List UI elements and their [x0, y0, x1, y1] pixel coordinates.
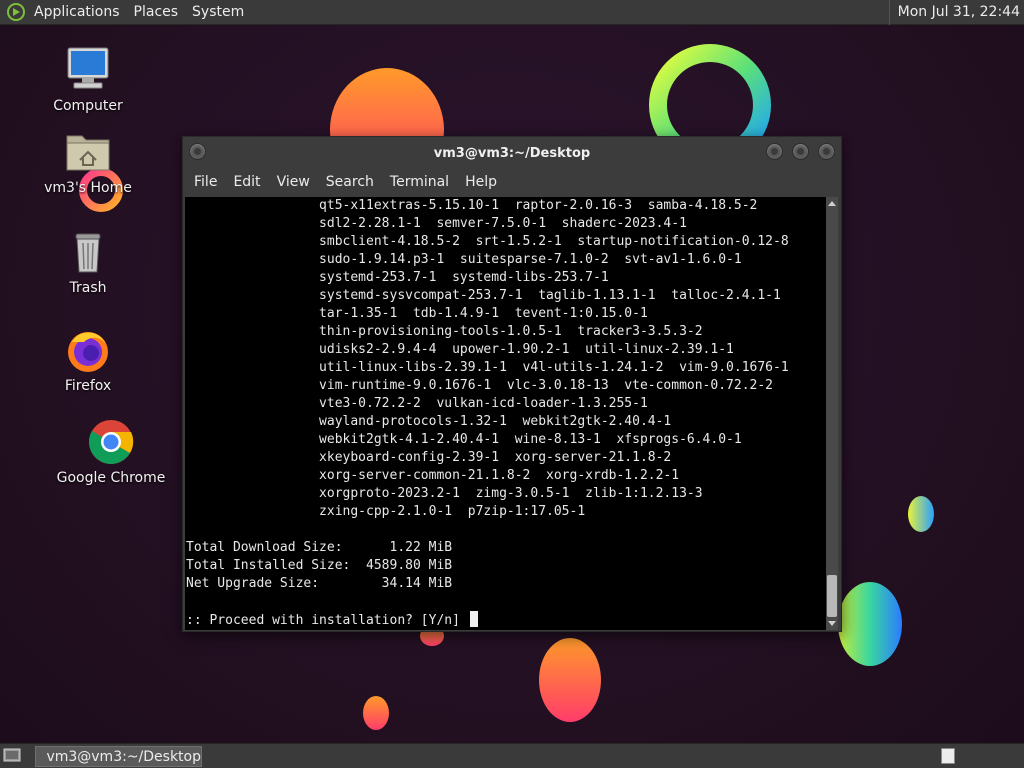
- terminal-line: Total Installed Size: 4589.80 MiB: [186, 558, 453, 573]
- terminal-line: systemd-253.7-1 systemd-libs-253.7-1: [186, 270, 609, 285]
- terminal-line: smbclient-4.18.5-2 srt-1.5.2-1 startup-n…: [186, 234, 789, 249]
- terminal-line: vte3-0.72.2-2 vulkan-icd-loader-1.3.255-…: [186, 396, 648, 411]
- menu-search[interactable]: Search: [318, 174, 382, 190]
- close-button[interactable]: [818, 143, 835, 160]
- minimize-button[interactable]: [766, 143, 783, 160]
- terminal-line: Net Upgrade Size: 34.14 MiB: [186, 576, 453, 591]
- terminal-prompt: :: Proceed with installation? [Y/n]: [186, 613, 468, 628]
- menu-edit[interactable]: Edit: [225, 174, 268, 190]
- terminal-scrollbar[interactable]: [826, 197, 838, 630]
- window-title: vm3@vm3:~/Desktop: [433, 145, 591, 161]
- scrollbar-thumb[interactable]: [827, 575, 837, 617]
- desktop-icon-label: Trash: [69, 280, 107, 296]
- taskbar-item-label: vm3@vm3:~/Desktop: [46, 748, 201, 765]
- desktop-icon-label: Firefox: [64, 378, 112, 394]
- desktop-icon-trash[interactable]: Trash: [33, 228, 143, 296]
- terminal-line: sudo-1.9.14.p3-1 suitesparse-7.1.0-2 svt…: [186, 252, 742, 267]
- bottom-panel: vm3@vm3:~/Desktop: [0, 743, 1024, 768]
- terminal-line: util-linux-libs-2.39.1-1 v4l-utils-1.24.…: [186, 360, 789, 375]
- terminal-line: systemd-sysvcompat-253.7-1 taglib-1.13.1…: [186, 288, 781, 303]
- home-folder-icon: [66, 135, 110, 171]
- terminal-line: xorg-server-common-21.1.8-2 xorg-xrdb-1.…: [186, 468, 680, 483]
- terminal-prompt-line: :: Proceed with installation? [Y/n]: [186, 611, 789, 630]
- terminal-line: qt5-x11extras-5.15.10-1 raptor-2.0.16-3 …: [186, 198, 758, 213]
- top-panel: Applications Places System Mon Jul 31, 2…: [0, 0, 1024, 25]
- window-menu-button[interactable]: [189, 143, 206, 160]
- maximize-button[interactable]: [792, 143, 809, 160]
- menu-terminal[interactable]: Terminal: [382, 174, 457, 190]
- chrome-icon: [89, 420, 134, 464]
- text-cursor: [469, 611, 478, 627]
- clock[interactable]: Mon Jul 31, 22:44: [898, 4, 1024, 20]
- terminal-menubar: File Edit View Search Terminal Help: [183, 169, 841, 195]
- terminal-lines: qt5-x11extras-5.15.10-1 raptor-2.0.16-3 …: [186, 197, 789, 630]
- firefox-icon: [68, 332, 108, 372]
- terminal-line: vim-runtime-9.0.1676-1 vlc-3.0.18-13 vte…: [186, 378, 773, 393]
- menu-file[interactable]: File: [186, 174, 225, 190]
- terminal-line: xkeyboard-config-2.39-1 xorg-server-21.1…: [186, 450, 672, 465]
- scroll-up-arrow-icon[interactable]: [828, 201, 836, 206]
- trash-icon: [75, 233, 101, 273]
- window-titlebar[interactable]: vm3@vm3:~/Desktop: [183, 137, 841, 169]
- menu-view[interactable]: View: [269, 174, 318, 190]
- distro-logo-icon[interactable]: [6, 2, 26, 22]
- scroll-down-arrow-icon[interactable]: [828, 621, 836, 626]
- menu-help[interactable]: Help: [457, 174, 505, 190]
- desktop-icon-firefox[interactable]: Firefox: [33, 326, 143, 394]
- terminal-line: wayland-protocols-1.32-1 webkit2gtk-2.40…: [186, 414, 672, 429]
- computer-icon: [67, 47, 109, 89]
- workspace-switcher[interactable]: [941, 748, 955, 764]
- terminal-line: webkit2gtk-4.1-2.40.4-1 wine-8.13-1 xfsp…: [186, 432, 742, 447]
- desktop-icon-chrome[interactable]: Google Chrome: [56, 418, 166, 486]
- terminal-window[interactable]: vm3@vm3:~/Desktop File Edit View Search …: [182, 136, 842, 632]
- desktop-icon-computer[interactable]: Computer: [33, 46, 143, 114]
- show-desktop-icon[interactable]: [3, 748, 21, 764]
- terminal-line: zxing-cpp-2.1.0-1 p7zip-1:17.05-1: [186, 504, 586, 519]
- desktop-icon-label: Computer: [53, 98, 123, 114]
- places-menu[interactable]: Places: [127, 0, 186, 25]
- terminal-output[interactable]: qt5-x11extras-5.15.10-1 raptor-2.0.16-3 …: [185, 197, 827, 630]
- taskbar-terminal-button[interactable]: vm3@vm3:~/Desktop: [35, 746, 202, 767]
- terminal-line: Total Download Size: 1.22 MiB: [186, 540, 453, 555]
- terminal-line: xorgproto-2023.2-1 zimg-3.0.5-1 zlib-1:1…: [186, 486, 703, 501]
- desktop-icon-label: Google Chrome: [56, 470, 166, 486]
- desktop-icon-home[interactable]: vm3's Home: [33, 128, 143, 196]
- terminal-line: udisks2-2.9.4-4 upower-1.90.2-1 util-lin…: [186, 342, 734, 357]
- panel-separator: [888, 0, 890, 25]
- desktop-icon-label: vm3's Home: [44, 180, 132, 196]
- terminal-line: tar-1.35-1 tdb-1.4.9-1 tevent-1:0.15.0-1: [186, 306, 648, 321]
- terminal-line: sdl2-2.28.1-1 semver-7.5.0-1 shaderc-202…: [186, 216, 687, 231]
- system-menu[interactable]: System: [185, 0, 251, 25]
- terminal-line: thin-provisioning-tools-1.0.5-1 tracker3…: [186, 324, 703, 339]
- applications-menu[interactable]: Applications: [27, 0, 127, 25]
